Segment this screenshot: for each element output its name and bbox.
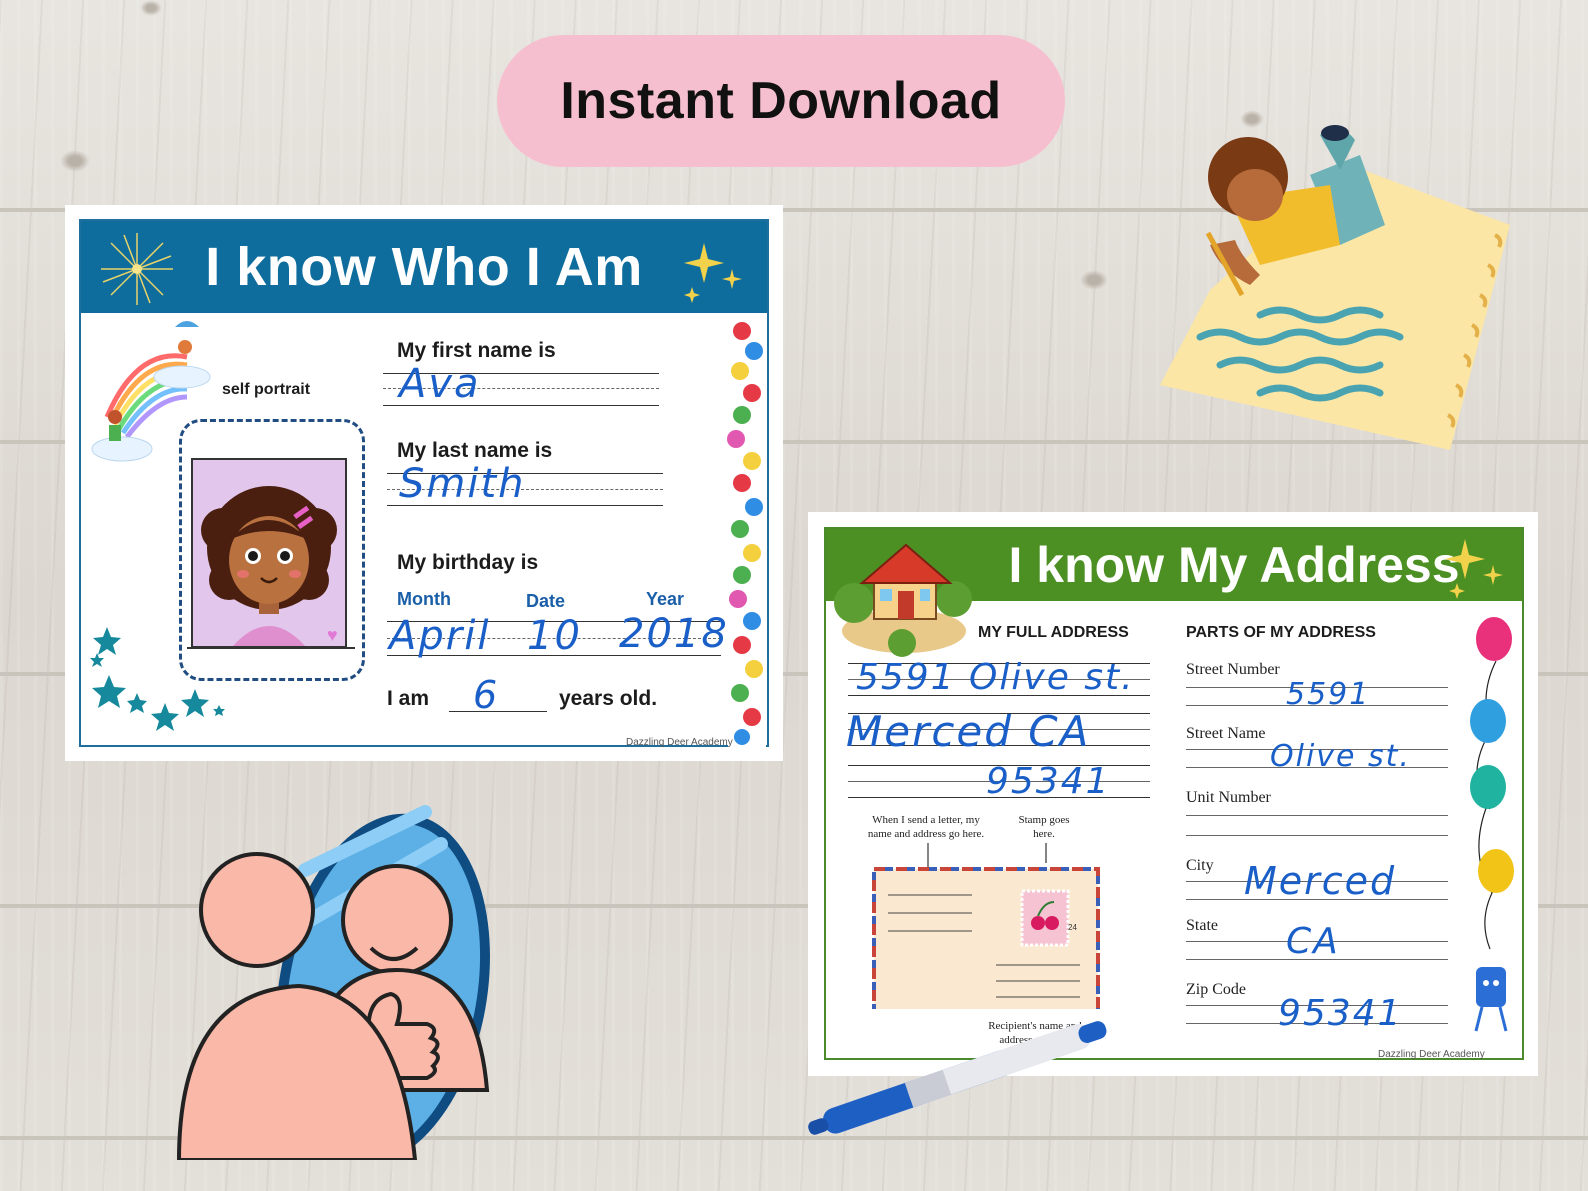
house-icon bbox=[834, 543, 972, 657]
footer-credit: Dazzling Deer Academy bbox=[1378, 1049, 1485, 1060]
age-prefix: I am bbox=[387, 687, 430, 710]
worksheet-title: I know Who I Am bbox=[205, 237, 643, 297]
boy-shoe bbox=[1321, 125, 1349, 141]
month-label: Month bbox=[397, 589, 451, 609]
firework-icon bbox=[101, 233, 173, 305]
who-i-am-worksheet: I know Who I Am self portrait ♥ My first… bbox=[65, 205, 783, 761]
wood-knot bbox=[1080, 270, 1108, 290]
city-label: City bbox=[1186, 857, 1214, 874]
handwriting-line bbox=[1186, 815, 1448, 816]
balloon-border-decoration bbox=[727, 313, 766, 747]
mirror-thumbs-up-illustration bbox=[176, 805, 490, 1160]
state-label: State bbox=[1186, 917, 1218, 934]
envelope-note-sender: When I send a letter, my name and addres… bbox=[867, 814, 985, 840]
marker-pen bbox=[808, 1021, 1107, 1135]
stamp-value: 24 bbox=[1068, 923, 1077, 932]
wood-knot bbox=[140, 0, 162, 16]
street-name-label: Street Name bbox=[1186, 725, 1266, 742]
worksheet-frame: I know My Address MY FULL ADDRESS PARTS … bbox=[824, 527, 1524, 1060]
stars-decoration bbox=[90, 627, 225, 731]
street-number-value[interactable]: 5591 bbox=[1286, 677, 1370, 712]
city-value[interactable]: Merced bbox=[1244, 859, 1396, 903]
street-name-value[interactable]: Olive st. bbox=[1270, 739, 1411, 774]
handwriting-line bbox=[1186, 835, 1448, 836]
date-label: Date bbox=[526, 591, 566, 611]
full-address-line-1[interactable]: 5591 Olive st. bbox=[856, 657, 1135, 698]
envelope-note-stamp: Stamp goes here. bbox=[1018, 814, 1070, 840]
street-number-label: Street Number bbox=[1186, 661, 1280, 678]
birth-year-value[interactable]: 2018 bbox=[619, 611, 729, 657]
birthday-label: My birthday is bbox=[397, 551, 539, 574]
boy-writing-illustration bbox=[1160, 125, 1510, 450]
worksheet-frame: I know Who I Am self portrait ♥ My first… bbox=[79, 219, 769, 748]
banner-text: Instant Download bbox=[560, 72, 1002, 130]
full-address-line-3[interactable]: 95341 bbox=[986, 761, 1111, 802]
first-name-value[interactable]: Ava bbox=[399, 361, 481, 407]
unit-number-label: Unit Number bbox=[1186, 789, 1271, 806]
state-value[interactable]: CA bbox=[1286, 921, 1340, 962]
full-address-line-2[interactable]: Merced CA bbox=[846, 707, 1090, 756]
first-name-label: My first name is bbox=[397, 339, 556, 362]
balloons-decoration bbox=[1470, 617, 1514, 1032]
last-name-label: My last name is bbox=[397, 439, 553, 462]
age-suffix: years old. bbox=[559, 687, 658, 710]
worksheet-header: I know Who I Am bbox=[81, 221, 767, 313]
heart-icon: ♥ bbox=[327, 625, 338, 645]
worksheet-title: I know My Address bbox=[1008, 537, 1460, 593]
sparkle-icon bbox=[1445, 539, 1503, 599]
wood-knot bbox=[60, 150, 90, 172]
boy-face bbox=[1227, 169, 1283, 221]
self-portrait-label: self portrait bbox=[222, 381, 311, 398]
birth-date-value[interactable]: 10 bbox=[527, 613, 582, 659]
instant-download-banner: Instant Download bbox=[497, 35, 1065, 167]
sparkle-icon bbox=[684, 243, 742, 303]
age-value[interactable]: 6 bbox=[473, 673, 499, 717]
my-address-worksheet: I know My Address MY FULL ADDRESS PARTS … bbox=[808, 512, 1538, 1076]
last-name-value[interactable]: Smith bbox=[399, 461, 526, 507]
footer-credit: Dazzling Deer Academy bbox=[626, 737, 733, 748]
year-label: Year bbox=[646, 589, 685, 609]
parts-of-address-heading: PARTS OF MY ADDRESS bbox=[1186, 624, 1376, 641]
zip-code-label: Zip Code bbox=[1186, 981, 1246, 998]
birth-month-value[interactable]: April bbox=[389, 613, 490, 659]
full-address-heading: MY FULL ADDRESS bbox=[978, 624, 1129, 641]
zip-code-value[interactable]: 95341 bbox=[1278, 993, 1403, 1034]
